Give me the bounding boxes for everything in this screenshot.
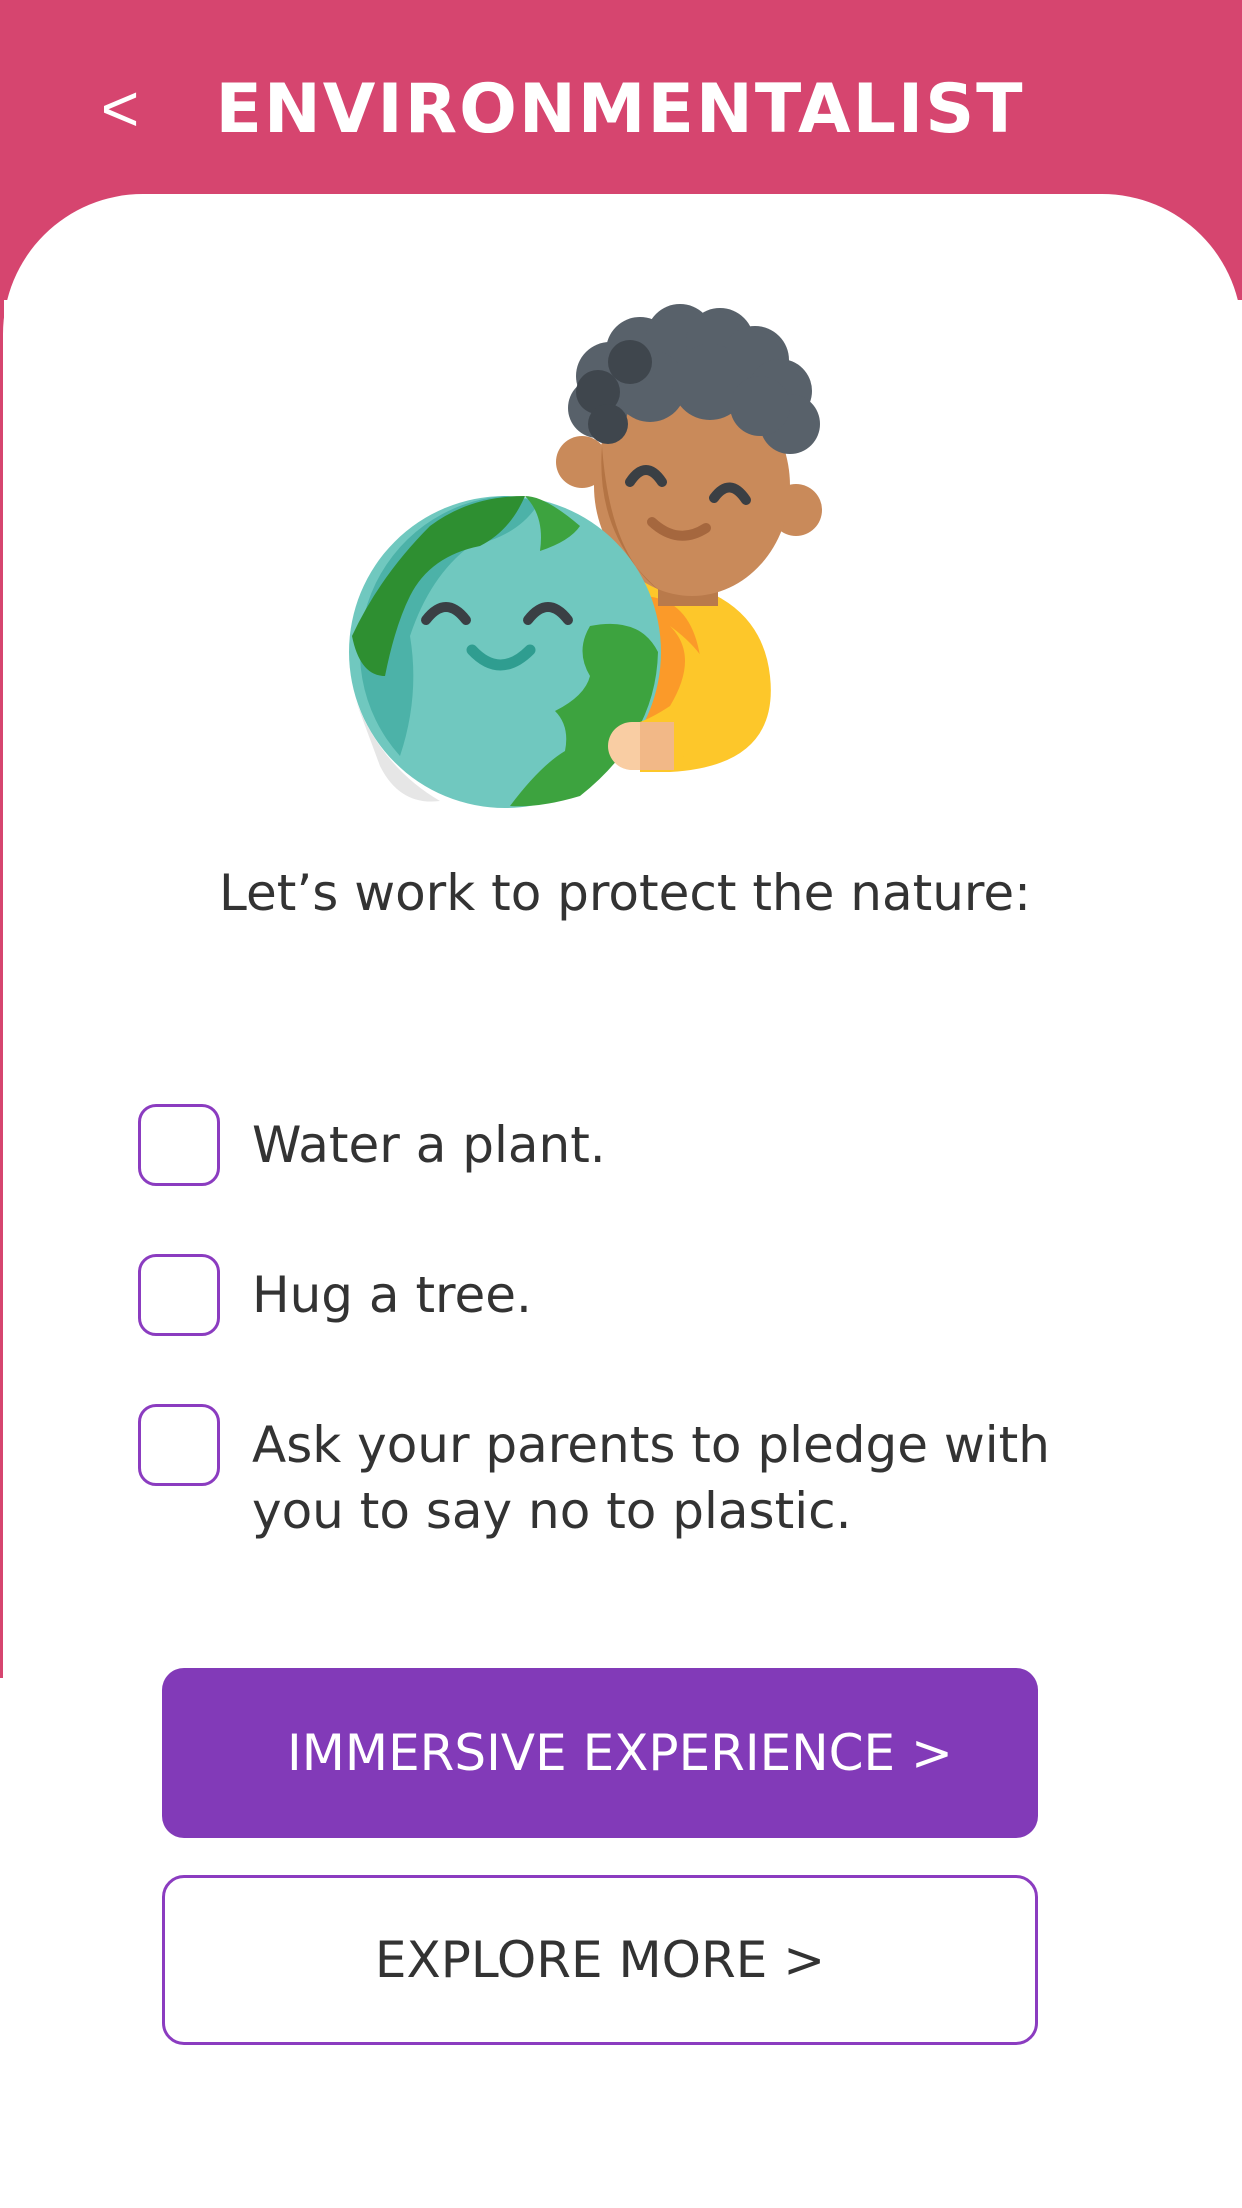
task-label: Hug a tree. — [252, 1266, 532, 1324]
task-label: Ask your parents to pledge with you to s… — [252, 1416, 1050, 1540]
task-item-no-plastic[interactable]: Ask your parents to pledge with you to s… — [138, 1404, 1098, 1544]
task-label: Water a plant. — [252, 1116, 606, 1174]
task-item-water-plant[interactable]: Water a plant. — [138, 1104, 1098, 1186]
child-hugging-earth-icon — [340, 296, 860, 816]
page-title: ENVIRONMENTALIST — [215, 70, 1025, 149]
task-item-hug-tree[interactable]: Hug a tree. — [138, 1254, 1098, 1336]
task-checkbox[interactable] — [138, 1104, 220, 1186]
task-checkbox[interactable] — [138, 1404, 220, 1486]
intro-text: Let’s work to protect the nature: — [219, 864, 1031, 922]
task-checkbox[interactable] — [138, 1254, 220, 1336]
explore-more-button[interactable]: EXPLORE MORE > — [162, 1875, 1038, 2045]
immersive-experience-button[interactable]: IMMERSIVE EXPERIENCE > — [162, 1668, 1038, 1838]
back-button[interactable]: < — [80, 68, 160, 148]
